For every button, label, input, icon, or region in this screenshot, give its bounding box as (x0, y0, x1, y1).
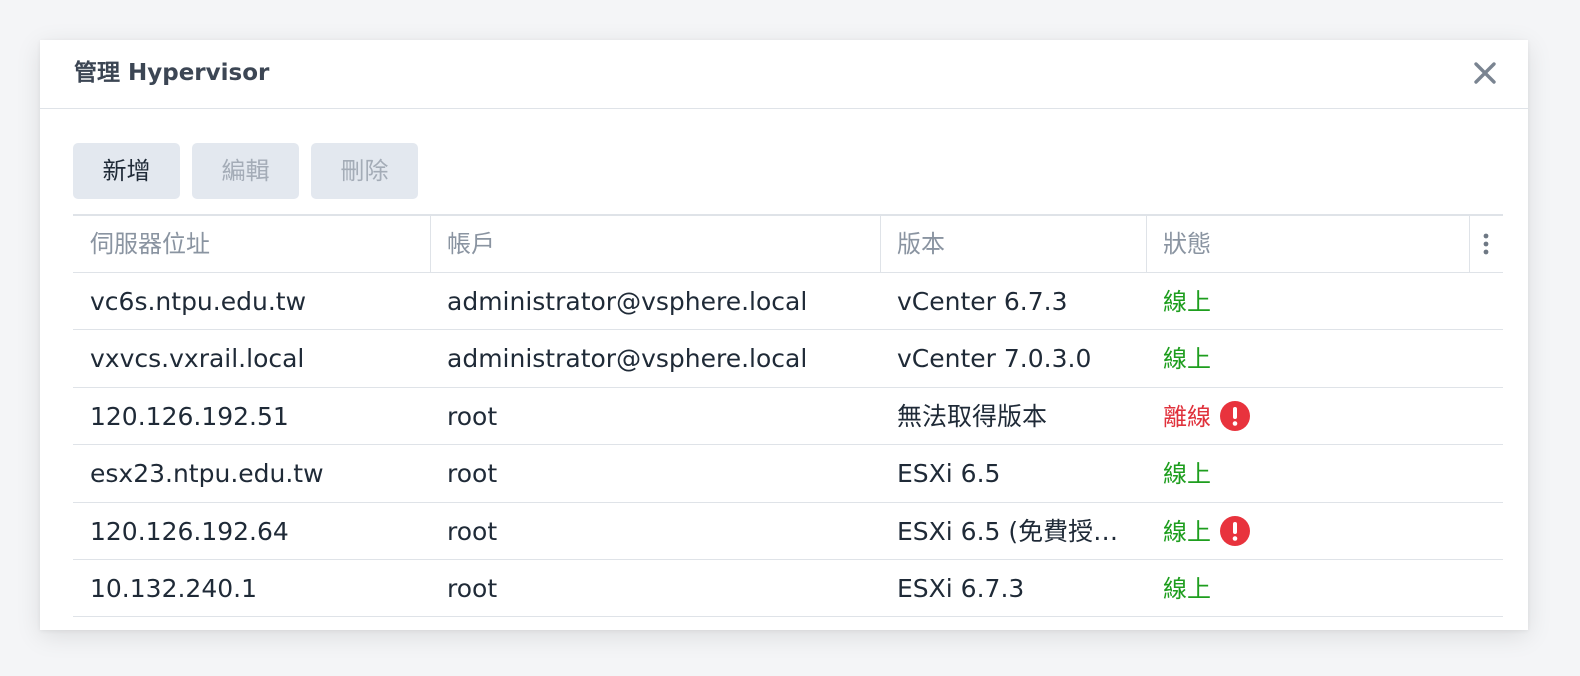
server-address-cell: 10.132.240.1 (90, 573, 257, 603)
server-address-cell: 120.126.192.51 (90, 401, 289, 431)
account-cell: administrator@vsphere.local (447, 344, 808, 374)
status-badge: 線上 (1163, 345, 1211, 374)
dialog-title: 管理 Hypervisor (74, 60, 270, 86)
hypervisor-table: 伺服器位址 帳戶 版本 狀態 vc6s.ntpu.edu.tw administr… (73, 214, 1503, 618)
version-cell: 無法取得版本 (897, 401, 1048, 431)
server-address-cell: vxvcs.vxrail.local (90, 344, 305, 374)
account-cell: root (447, 401, 498, 431)
status-cell: 線上 (1146, 503, 1469, 560)
alert-icon[interactable] (1219, 400, 1251, 432)
account-cell: administrator@vsphere.local (447, 287, 808, 316)
column-header-server[interactable]: 伺服器位址 (73, 216, 430, 272)
column-header-account[interactable]: 帳戶 (430, 216, 880, 272)
table-row[interactable]: vc6s.ntpu.edu.tw administrator@vsphere.lo… (73, 273, 1503, 331)
server-address-cell: esx23.ntpu.edu.tw (90, 459, 324, 489)
close-icon (1474, 62, 1496, 84)
server-address-cell: vc6s.ntpu.edu.tw (90, 287, 307, 316)
status-cell: 線上 (1146, 330, 1469, 387)
status-badge: 線上 (1163, 460, 1211, 489)
status-cell: 離線 (1146, 388, 1469, 445)
table-row[interactable]: 10.132.240.1 root ESXi 6.7.3 線上 (73, 560, 1503, 618)
column-header-status[interactable]: 狀態 (1146, 216, 1469, 272)
version-cell: ESXi 6.5 (免費授權) (897, 516, 1128, 546)
status-badge: 線上 (1163, 517, 1211, 546)
account-cell: root (447, 573, 498, 603)
version-cell: vCenter 7.0.3.0 (897, 344, 1092, 374)
version-cell: ESXi 6.7.3 (897, 573, 1025, 603)
table-row[interactable]: vxvcs.vxrail.local administrator@vsphere.… (73, 330, 1503, 388)
status-badge: 離線 (1163, 402, 1211, 431)
version-cell: vCenter 6.7.3 (897, 287, 1068, 316)
more-vertical-icon (1483, 233, 1489, 255)
add-button[interactable]: 新增 (73, 143, 180, 199)
status-badge: 線上 (1163, 288, 1211, 316)
table-row[interactable]: esx23.ntpu.edu.tw root ESXi 6.5 線上 (73, 445, 1503, 503)
account-cell: root (447, 516, 498, 546)
version-cell: ESXi 6.5 (897, 459, 1001, 489)
table-row[interactable]: 120.126.192.64 root ESXi 6.5 (免費授權) 線上 (73, 503, 1503, 560)
column-options-button[interactable] (1469, 216, 1503, 272)
alert-icon[interactable] (1219, 515, 1251, 547)
status-badge: 線上 (1163, 574, 1211, 603)
close-button[interactable] (1468, 56, 1502, 90)
status-cell: 線上 (1146, 560, 1469, 617)
account-cell: root (447, 459, 498, 489)
status-cell: 線上 (1146, 273, 1469, 330)
manage-hypervisor-dialog: 管理 Hypervisor 新增 編輯 刪除 伺服器位址 帳戶 版本 狀態 vc… (40, 40, 1528, 630)
table-row[interactable]: 120.126.192.51 root 無法取得版本 離線 (73, 388, 1503, 446)
table-header: 伺服器位址 帳戶 版本 狀態 (73, 216, 1503, 273)
server-address-cell: 120.126.192.64 (90, 516, 289, 546)
edit-button[interactable]: 編輯 (192, 143, 299, 199)
delete-button[interactable]: 刪除 (311, 143, 418, 199)
column-header-version[interactable]: 版本 (880, 216, 1146, 272)
dialog-header: 管理 Hypervisor (40, 40, 1528, 109)
table-body: vc6s.ntpu.edu.tw administrator@vsphere.lo… (73, 273, 1503, 618)
status-cell: 線上 (1146, 445, 1469, 502)
